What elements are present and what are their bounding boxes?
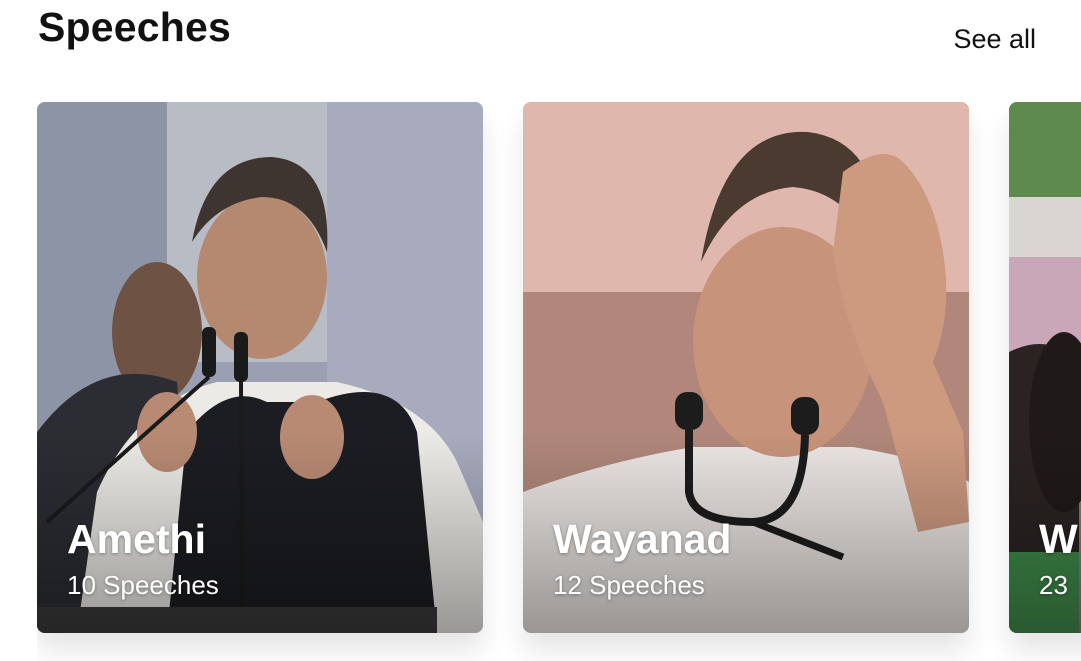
speech-card-amethi[interactable]: Amethi 10 Speeches bbox=[37, 102, 483, 633]
card-title: Wayanad bbox=[553, 516, 732, 562]
see-all-link[interactable]: See all bbox=[953, 24, 1036, 55]
card-title: W bbox=[1039, 516, 1078, 562]
speech-card-partial[interactable]: W 23 bbox=[1009, 102, 1081, 633]
card-subtitle: 23 bbox=[1039, 570, 1068, 600]
section-title: Speeches bbox=[38, 4, 232, 50]
section-header: Speeches See all bbox=[38, 0, 1038, 70]
speeches-carousel[interactable]: Amethi 10 Speeches Wayanad 12 Speeches W… bbox=[37, 102, 1081, 661]
speech-card-wayanad[interactable]: Wayanad 12 Speeches bbox=[523, 102, 969, 633]
card-subtitle: 10 Speeches bbox=[67, 570, 219, 600]
card-title: Amethi bbox=[67, 516, 206, 562]
card-subtitle: 12 Speeches bbox=[553, 570, 705, 600]
